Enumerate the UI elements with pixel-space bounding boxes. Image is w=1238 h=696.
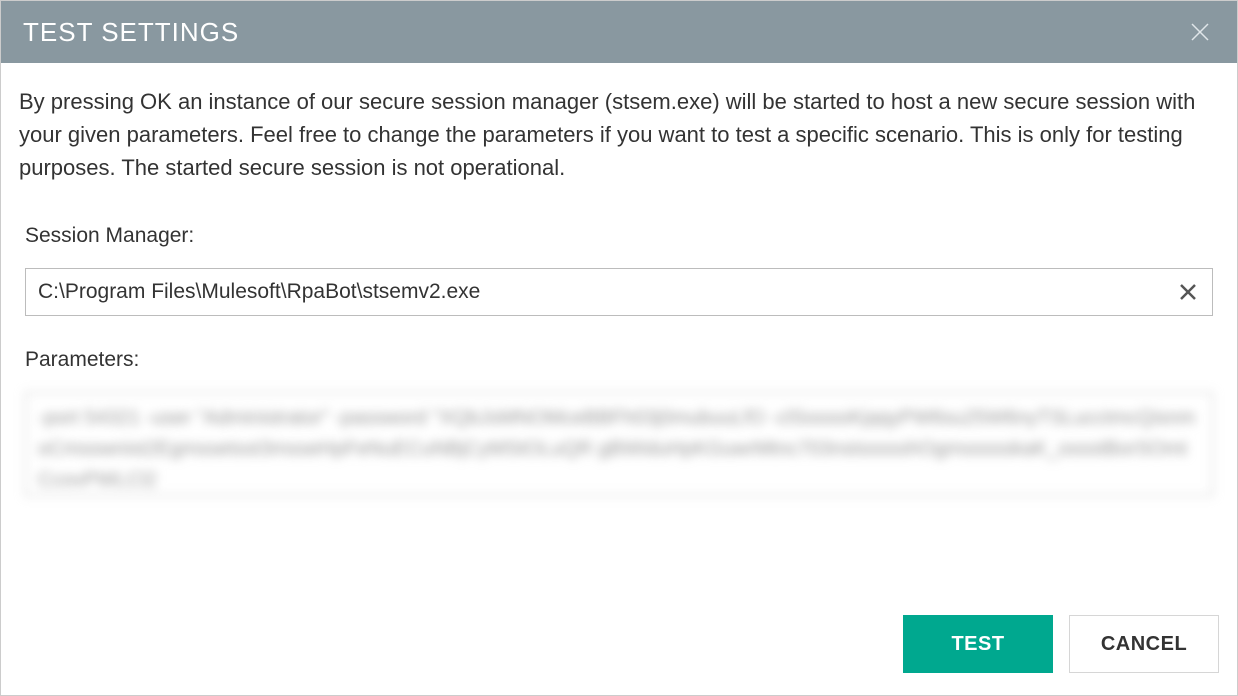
session-manager-input-wrapper bbox=[25, 268, 1213, 316]
cancel-button[interactable]: CANCEL bbox=[1069, 615, 1219, 673]
test-button[interactable]: TEST bbox=[903, 615, 1053, 673]
dialog-content: By pressing OK an instance of our secure… bbox=[1, 63, 1237, 615]
button-row: TEST CANCEL bbox=[1, 615, 1237, 695]
session-manager-group: Session Manager: bbox=[19, 224, 1219, 316]
session-manager-input[interactable] bbox=[25, 268, 1213, 316]
titlebar: TEST SETTINGS bbox=[1, 1, 1237, 63]
description-text: By pressing OK an instance of our secure… bbox=[19, 85, 1219, 184]
parameters-label: Parameters: bbox=[25, 348, 1213, 372]
close-icon bbox=[1189, 21, 1211, 43]
clear-icon bbox=[1178, 282, 1198, 302]
close-button[interactable] bbox=[1185, 17, 1215, 47]
test-settings-dialog: TEST SETTINGS By pressing OK an instance… bbox=[0, 0, 1238, 696]
clear-session-manager-button[interactable] bbox=[1175, 279, 1201, 305]
parameters-input[interactable]: -port 54321 -user "Administrator" -passw… bbox=[25, 392, 1213, 496]
session-manager-label: Session Manager: bbox=[25, 224, 1213, 248]
parameters-group: Parameters: -port 54321 -user "Administr… bbox=[19, 348, 1219, 496]
dialog-title: TEST SETTINGS bbox=[23, 17, 239, 48]
